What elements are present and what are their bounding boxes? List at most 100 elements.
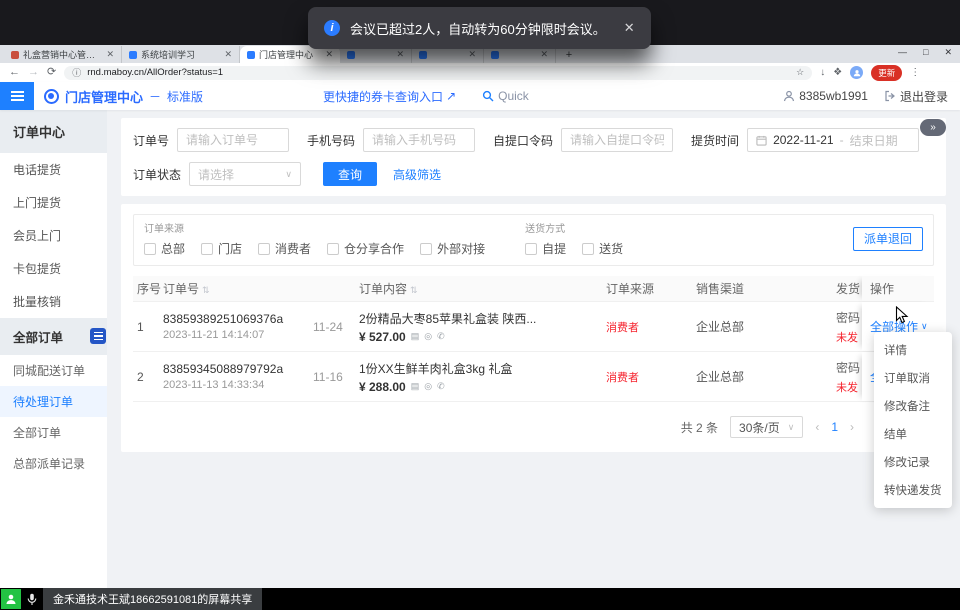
pickup-code-label: 自提口令码 (493, 132, 553, 149)
screen-share-bar: 金禾通技术王斌18662591081的屏幕共享 (0, 588, 960, 610)
orders-table: 序号 订单号⇅ 订单内容⇅ 订单来源 销售渠道 发货 (133, 276, 934, 402)
checkbox-icon[interactable] (201, 243, 213, 255)
main-content: » 订单号 手机号码 (107, 110, 960, 588)
browser-update-button[interactable]: 更新 (871, 65, 902, 81)
qr-icon: ◎ (424, 381, 432, 392)
quick-search[interactable]: Quick (482, 89, 529, 103)
collapse-panel-button[interactable]: » (920, 119, 946, 136)
sidebar-item-door-pickup[interactable]: 上门提货 (0, 186, 107, 219)
menu-item-details[interactable]: 详情 (874, 336, 952, 364)
sidebar-item-hq-dispatch-records[interactable]: 总部派单记录 (0, 448, 107, 479)
logout-button[interactable]: 退出登录 (884, 88, 948, 105)
menu-item-close-order[interactable]: 结单 (874, 420, 952, 448)
tab-close-icon[interactable]: ✕ (540, 49, 548, 60)
browser-tab[interactable]: 系统培训学习 ✕ (122, 46, 240, 63)
browser-menu-kebab-icon[interactable]: ⋮ (910, 67, 920, 78)
advanced-filter-link[interactable]: 高级筛选 (393, 166, 441, 183)
microphone-icon[interactable] (21, 593, 43, 606)
pickup-time-label: 提货时间 (691, 132, 739, 149)
cell-index: 2 (133, 370, 163, 384)
next-page-button[interactable]: › (850, 420, 854, 434)
gift-icon: ▤ (411, 381, 420, 392)
tab-close-icon[interactable]: ✕ (396, 49, 404, 60)
total-count: 共 2 条 (681, 419, 718, 436)
sidebar: 订单中心 电话提货 上门提货 会员上门 卡包提货 批量核销 全部订单 同城配送订… (0, 110, 107, 588)
toast-close-icon[interactable]: ✕ (624, 20, 635, 36)
date-range-picker[interactable]: 2022-11-21 - 结束日期 (747, 128, 919, 152)
order-time: 2023-11-13 14:33:34 (163, 379, 313, 391)
menu-item-edit-history[interactable]: 修改记录 (874, 448, 952, 476)
order-number: 83859345088979792a (163, 362, 313, 376)
checkbox-self-pickup[interactable]: 自提 (525, 240, 566, 257)
current-page[interactable]: 1 (831, 420, 838, 434)
page-size-select[interactable]: 30条/页 ∨ (730, 416, 803, 438)
sidebar-item-batch-verify[interactable]: 批量核销 (0, 285, 107, 318)
window-minimize-icon[interactable]: — (898, 47, 907, 58)
gift-icon: ▤ (411, 331, 420, 342)
checkbox-icon[interactable] (582, 243, 594, 255)
bookmark-star-icon[interactable]: ☆ (796, 67, 804, 78)
prev-page-button[interactable]: ‹ (815, 420, 819, 434)
tab-close-icon[interactable]: ✕ (325, 49, 333, 60)
app-logo (44, 89, 59, 104)
coupon-query-link[interactable]: 更快捷的券卡查询入口 ↗ (323, 88, 456, 105)
search-button[interactable]: 查询 (323, 162, 377, 186)
qr-icon: ◎ (424, 331, 432, 342)
sidebar-item-all-orders[interactable]: 全部订单 (0, 417, 107, 448)
filter-panel: 订单号 手机号码 自提口令码 (121, 118, 946, 196)
user-menu[interactable]: 8385wb1991 (783, 89, 868, 103)
checkbox-delivery[interactable]: 送货 (582, 240, 623, 257)
profile-avatar[interactable] (850, 66, 863, 79)
checkbox-icon[interactable] (258, 243, 270, 255)
menu-item-edit-remark[interactable]: 修改备注 (874, 392, 952, 420)
checkbox-icon[interactable] (327, 243, 339, 255)
checkbox-hq[interactable]: 总部 (144, 240, 185, 257)
hamburger-menu-button[interactable] (0, 82, 34, 110)
window-close-icon[interactable]: ✕ (944, 47, 952, 58)
sort-icon[interactable]: ⇅ (410, 285, 418, 295)
dispatch-return-button[interactable]: 派单退回 (853, 227, 923, 251)
downloads-icon[interactable]: ↓ (820, 67, 825, 78)
checkbox-consumer[interactable]: 消费者 (258, 240, 311, 257)
sidebar-item-member-visit[interactable]: 会员上门 (0, 219, 107, 252)
sidebar-item-pending-orders[interactable]: 待处理订单 (0, 386, 107, 417)
checkbox-icon[interactable] (144, 243, 156, 255)
order-status-select[interactable]: 请选择 ∨ (189, 162, 301, 186)
sidebar-item-phone-pickup[interactable]: 电话提货 (0, 153, 107, 186)
address-bar[interactable]: ⓘ rnd.maboy.cn/AllOrder?status=1 ☆ (64, 66, 812, 80)
checkbox-external[interactable]: 外部对接 (420, 240, 485, 257)
tab-close-icon[interactable]: ✕ (224, 49, 232, 60)
checkbox-icon[interactable] (525, 243, 537, 255)
checkbox-icon[interactable] (420, 243, 432, 255)
pickup-code-input[interactable] (561, 128, 673, 152)
tab-close-icon[interactable]: ✕ (468, 49, 476, 60)
checkbox-store[interactable]: 门店 (201, 240, 242, 257)
site-info-icon[interactable]: ⓘ (72, 66, 81, 79)
new-tab-button[interactable]: + (561, 47, 577, 63)
back-icon[interactable]: ← (9, 67, 20, 78)
sidebar-item-cardpack-pickup[interactable]: 卡包提货 (0, 252, 107, 285)
order-content-text: 1份XX生鲜羊肉礼盒3kg 礼盒 (359, 360, 598, 377)
calendar-icon (756, 135, 767, 146)
order-no-input[interactable] (177, 128, 289, 152)
pagination: 共 2 条 30条/页 ∨ ‹ 1 › (133, 416, 934, 438)
checkbox-warehouse-share[interactable]: 仓分享合作 (327, 240, 404, 257)
sidebar-item-city-delivery-orders[interactable]: 同城配送订单 (0, 355, 107, 386)
menu-item-express-ship[interactable]: 转快递发货 (874, 476, 952, 504)
screen-share-label: 金禾通技术王斌18662591081的屏幕共享 (43, 588, 262, 610)
menu-item-cancel-order[interactable]: 订单取消 (874, 364, 952, 392)
extensions-icon[interactable]: ❖ (833, 67, 842, 78)
sidebar-toggle-button[interactable] (90, 328, 106, 344)
app-title-divider: － (149, 88, 161, 105)
tab-favicon (347, 51, 355, 59)
checkbox-label: 外部对接 (437, 240, 485, 257)
header-index: 序号 (133, 280, 163, 297)
tab-close-icon[interactable]: ✕ (106, 49, 114, 60)
browser-tab[interactable]: 礼盒营销中心管理中心 ✕ (4, 46, 122, 63)
forward-icon[interactable]: → (28, 67, 39, 78)
window-maximize-icon[interactable]: □ (923, 47, 928, 58)
tab-favicon (419, 51, 427, 59)
reload-icon[interactable]: ⟳ (47, 67, 56, 78)
sort-icon[interactable]: ⇅ (202, 285, 210, 295)
phone-input[interactable] (363, 128, 475, 152)
